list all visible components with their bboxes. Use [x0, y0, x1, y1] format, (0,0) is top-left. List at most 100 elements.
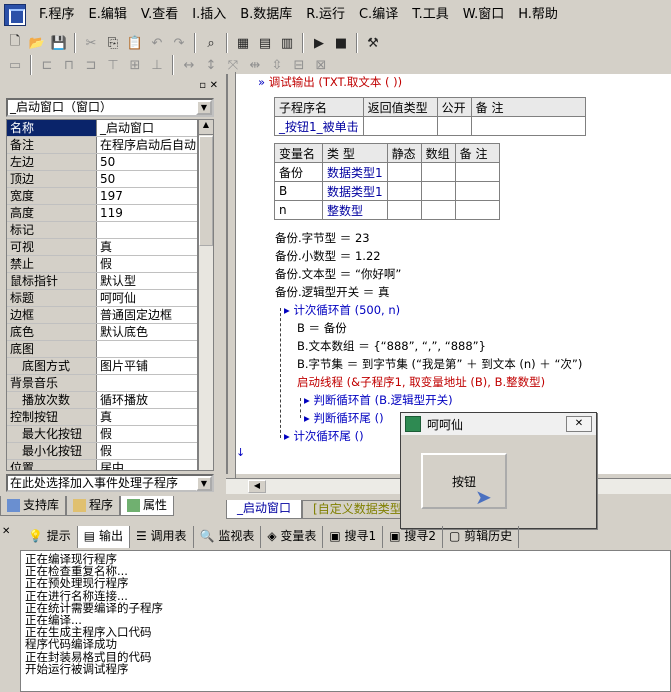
close-icon[interactable]: ✕	[210, 80, 218, 91]
run-icon[interactable]: ▶	[308, 32, 330, 54]
scroll-thumb[interactable]	[199, 136, 213, 246]
property-row[interactable]: 背景音乐	[7, 375, 197, 392]
property-value[interactable]: 循环播放	[97, 392, 197, 408]
property-row[interactable]: 位置 居中	[7, 460, 197, 470]
code-line[interactable]: 启动线程 (&子程序1, 取变量地址 (B), B.整数型)	[297, 374, 545, 390]
menu-help[interactable]: H.帮助	[511, 4, 565, 26]
output-panel[interactable]: 正在编译现行程序 正在检查重复名称... 正在预处理现行程序 正在进行名称连接.…	[20, 550, 671, 692]
tab-variables[interactable]: ◈ 变量表	[261, 526, 324, 548]
close-icon[interactable]: ✕	[2, 526, 10, 537]
code-line[interactable]: B.文本数组 ＝ {“888”, “,”, “888”}	[297, 338, 486, 354]
code-line[interactable]: ▸ 计次循环尾 ()	[284, 428, 364, 444]
menu-database[interactable]: B.数据库	[233, 4, 299, 26]
table-row[interactable]: B 数据类型1	[274, 181, 500, 201]
property-value[interactable]: 图片平铺	[97, 358, 197, 374]
tools-icon[interactable]: ⚒	[362, 32, 384, 54]
code-line[interactable]: 备份.字节型 ＝ 23	[275, 230, 370, 246]
property-value[interactable]: 真	[97, 409, 197, 425]
property-row[interactable]: 最大化按钮假	[7, 426, 197, 443]
property-value[interactable]	[97, 375, 197, 391]
property-value[interactable]: 假	[97, 256, 197, 272]
center-h-icon[interactable]: ⊟	[288, 54, 310, 76]
find-icon[interactable]: ⌕	[200, 32, 222, 54]
property-row[interactable]: 播放次数 循环播放	[7, 392, 197, 409]
align-icon[interactable]: ▭	[4, 54, 26, 76]
tab-library[interactable]: 支持库	[0, 496, 67, 516]
property-value[interactable]: 普通固定边框	[97, 307, 197, 323]
layout-grid-icon[interactable]: ▥	[276, 32, 298, 54]
property-value[interactable]	[97, 222, 197, 238]
layout-split-icon[interactable]: ▤	[254, 32, 276, 54]
property-value[interactable]: 居中	[97, 460, 197, 470]
popup-button[interactable]: 按钮	[421, 453, 507, 509]
event-selector[interactable]: 在此处选择加入事件处理子程序 ▼	[6, 474, 214, 492]
tab-search1[interactable]: ▣ 搜寻1	[323, 526, 384, 548]
property-row[interactable]: 禁止假	[7, 256, 197, 273]
property-row[interactable]: 左边 50	[7, 154, 197, 171]
sub-public-cell[interactable]	[436, 116, 472, 136]
paste-icon[interactable]: 📋	[124, 32, 146, 54]
space-v-icon[interactable]: ⇳	[266, 54, 288, 76]
table-row[interactable]: n 整数型	[274, 200, 500, 220]
save-icon[interactable]: 💾	[48, 32, 70, 54]
copy-icon[interactable]: ⎘	[102, 32, 124, 54]
menu-compile[interactable]: C.编译	[352, 4, 405, 26]
code-line[interactable]: B ＝ 备份	[297, 320, 347, 336]
code-line[interactable]: ▸ 判断循环首 (B.逻辑型开关)	[304, 392, 453, 408]
window-titlebar[interactable]: 呵呵仙 ✕	[401, 413, 596, 435]
undo-icon[interactable]: ↶	[146, 32, 168, 54]
code-line[interactable]: ▸ 计次循环首 (500, n)	[284, 302, 400, 318]
chevron-down-icon[interactable]: ▼	[196, 476, 212, 491]
property-row[interactable]: 底图	[7, 341, 197, 358]
close-icon[interactable]: ✕	[566, 416, 592, 432]
property-value[interactable]: 在程序启动后自动	[97, 137, 197, 153]
property-row[interactable]: 高度 119	[7, 205, 197, 222]
tab-program[interactable]: 程序	[66, 496, 121, 516]
cut-icon[interactable]: ✂	[80, 32, 102, 54]
redo-icon[interactable]: ↷	[168, 32, 190, 54]
new-file-icon[interactable]: 🗋	[4, 32, 26, 54]
menu-view[interactable]: V.查看	[134, 4, 185, 26]
same-height-icon[interactable]: ↕	[200, 54, 222, 76]
sub-return-cell[interactable]	[362, 116, 438, 136]
sub-name-cell[interactable]: _按钮1_被单击	[274, 116, 364, 136]
property-row[interactable]: 可视真	[7, 239, 197, 256]
tab-startup-window[interactable]: _启动窗口	[226, 500, 303, 519]
menu-insert[interactable]: I.插入	[185, 4, 233, 26]
property-value[interactable]: 假	[97, 426, 197, 442]
open-folder-icon[interactable]: 📂	[26, 32, 48, 54]
menu-window[interactable]: W.窗口	[456, 4, 512, 26]
property-value[interactable]: _启动窗口	[97, 120, 197, 136]
align-middle-icon[interactable]: ⊞	[124, 54, 146, 76]
property-row[interactable]: 最小化按钮假	[7, 443, 197, 460]
editor-splitter[interactable]	[228, 72, 236, 492]
property-row[interactable]: 宽度 197	[7, 188, 197, 205]
property-row[interactable]: 控制按钮真	[7, 409, 197, 426]
menu-program[interactable]: F.程序	[32, 4, 82, 26]
tab-call-stack[interactable]: ☰ 调用表	[130, 526, 194, 548]
property-row[interactable]: 边框 普通固定边框	[7, 307, 197, 324]
menu-edit[interactable]: E.编辑	[82, 4, 134, 26]
property-value[interactable]: 50	[97, 171, 197, 187]
debug-output-line[interactable]: » 调试输出 (TXT.取文本 ( ))	[258, 74, 402, 90]
space-h-icon[interactable]: ⇹	[244, 54, 266, 76]
code-line[interactable]: B.字节集 ＝ 到字节集 (“我是第” ＋ 到文本 (n) ＋ “次”)	[297, 356, 582, 372]
align-center-icon[interactable]: ⊓	[58, 54, 80, 76]
align-bottom-icon[interactable]: ⊥	[146, 54, 168, 76]
property-value[interactable]: 50	[97, 154, 197, 170]
code-line[interactable]: 备份.小数型 ＝ 1.22	[275, 248, 381, 264]
sub-note-cell[interactable]	[470, 116, 586, 136]
tab-output[interactable]: ▤ 输出	[77, 526, 130, 548]
chevron-down-icon[interactable]: ▼	[196, 100, 212, 115]
tab-clip-history[interactable]: ▢ 剪辑历史	[443, 526, 520, 548]
property-scrollbar[interactable]: ▲	[198, 119, 214, 471]
scroll-left-icon[interactable]: ◀	[248, 480, 266, 493]
tab-properties[interactable]: 属性	[120, 496, 175, 516]
property-value[interactable]: 呵呵仙	[97, 290, 197, 306]
layout-window-icon[interactable]: ▦	[232, 32, 254, 54]
scroll-up-icon[interactable]: ▲	[199, 120, 213, 135]
code-line[interactable]: ▸ 判断循环尾 ()	[304, 410, 384, 426]
property-row[interactable]: 底色 默认底色	[7, 324, 197, 341]
align-top-icon[interactable]: ⊤	[102, 54, 124, 76]
stop-icon[interactable]: ■	[330, 32, 352, 54]
